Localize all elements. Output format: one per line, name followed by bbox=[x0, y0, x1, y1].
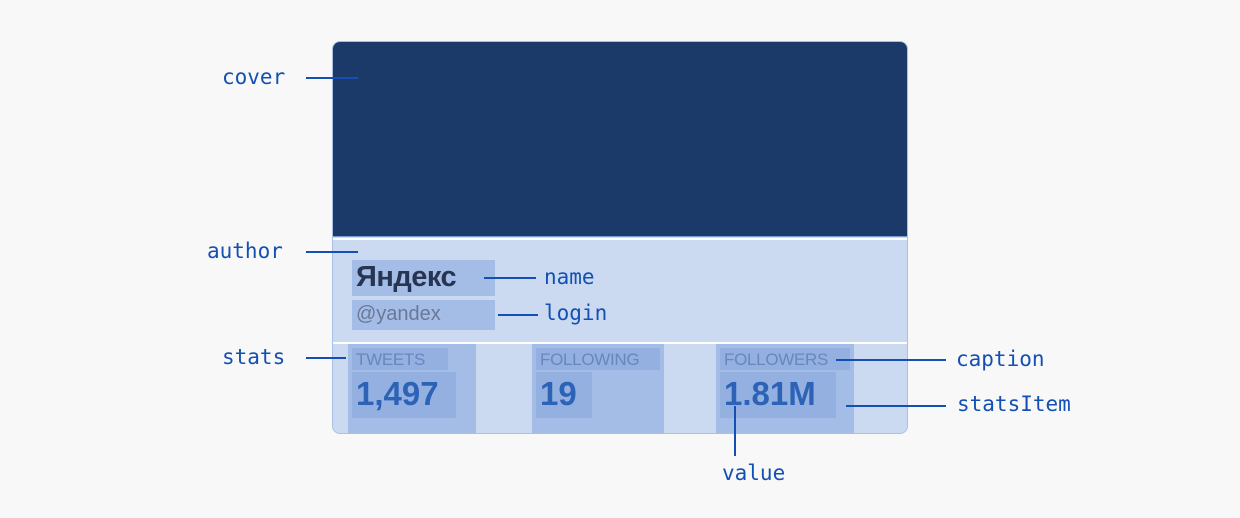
annotation-cover: cover bbox=[222, 65, 286, 89]
annotation-stats: stats bbox=[222, 345, 286, 369]
cover-block bbox=[333, 42, 907, 237]
annotation-statsitem: statsItem bbox=[957, 392, 1071, 416]
author-name: Яндекс bbox=[356, 261, 457, 293]
annotation-statsitem-line bbox=[846, 405, 946, 407]
stats-caption: TWEETS bbox=[356, 350, 426, 369]
annotation-login: login bbox=[544, 301, 608, 325]
annotation-name-line bbox=[484, 277, 536, 279]
author-divider bbox=[333, 238, 907, 240]
annotation-author: author bbox=[207, 239, 283, 263]
annotation-login-line bbox=[498, 314, 538, 316]
stats-caption: FOLLOWERS bbox=[724, 350, 829, 369]
stats-caption: FOLLOWING bbox=[540, 350, 640, 369]
author-login: @yandex bbox=[356, 303, 441, 325]
annotation-name: name bbox=[544, 265, 595, 289]
annotation-caption-line bbox=[836, 359, 946, 361]
tweet-author-card: Яндекс @yandex TWEETS 1,497 FOLLOWING 19… bbox=[332, 41, 908, 434]
annotation-author-line bbox=[306, 251, 358, 253]
annotation-value: value bbox=[722, 461, 786, 485]
annotation-value-line bbox=[734, 406, 736, 456]
stats-value: 1,497 bbox=[356, 375, 439, 412]
annotation-cover-line bbox=[306, 77, 358, 79]
annotation-stats-line bbox=[306, 357, 346, 359]
stats-value: 1.81M bbox=[724, 375, 816, 412]
stats-value: 19 bbox=[540, 375, 577, 412]
annotation-caption: caption bbox=[956, 347, 1045, 371]
